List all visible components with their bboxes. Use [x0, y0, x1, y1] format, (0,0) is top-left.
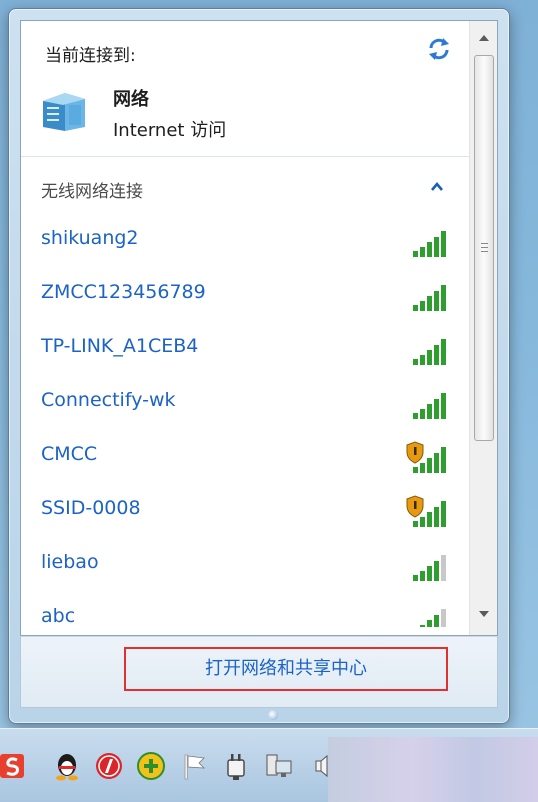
signal-strength-icon [413, 231, 446, 257]
wireless-network-item[interactable]: SSID-0008 [21, 487, 469, 537]
network-flyout-panel: 当前连接到: 网络 Internet 访问 无线网络连接 shikuang2 ZM… [20, 20, 498, 636]
flyout-footer: 打开网络和共享中心 [20, 636, 498, 708]
wireless-network-item[interactable]: liebao [21, 541, 469, 591]
network-ssid: shikuang2 [41, 227, 139, 249]
app-red-icon[interactable] [94, 751, 124, 781]
flag-icon[interactable] [180, 751, 210, 781]
network-ssid: SSID-0008 [41, 497, 141, 519]
scroll-up-arrow-icon[interactable] [470, 25, 498, 51]
network-ssid: Connectify-wk [41, 389, 176, 411]
flyout-pointer [268, 710, 278, 720]
network-monitor-icon[interactable] [264, 751, 294, 781]
wireless-network-item[interactable]: CMCC [21, 433, 469, 483]
network-ssid: liebao [41, 551, 99, 573]
network-ssid: ZMCC123456789 [41, 281, 206, 303]
chevron-up-icon[interactable] [429, 179, 445, 195]
wireless-network-list: shikuang2 ZMCC123456789 TP-LINK_A1CEB4 Conn… [21, 217, 469, 627]
signal-strength-icon [420, 609, 446, 627]
signal-strength-icon [413, 393, 446, 419]
qq-penguin-icon[interactable] [52, 751, 82, 781]
wireless-section-header[interactable]: 无线网络连接 [21, 169, 469, 205]
blurred-tray-area [328, 737, 538, 802]
wireless-network-item[interactable]: TP-LINK_A1CEB4 [21, 325, 469, 375]
signal-strength-icon [413, 285, 446, 311]
open-network-sharing-center-button[interactable]: 打开网络和共享中心 [124, 647, 448, 691]
network-ssid: TP-LINK_A1CEB4 [41, 335, 199, 357]
scroll-grip-icon [481, 243, 488, 252]
refresh-icon[interactable] [425, 35, 453, 63]
scrollbar[interactable] [469, 21, 497, 635]
plus-yellow-icon[interactable] [136, 751, 166, 781]
wireless-network-item[interactable]: shikuang2 [21, 217, 469, 267]
current-connection-section: 当前连接到: 网络 Internet 访问 [21, 21, 469, 157]
network-server-icon [43, 93, 85, 131]
secured-signal-strength-icon [406, 441, 446, 473]
scroll-down-arrow-icon[interactable] [470, 601, 498, 627]
scrollbar-thumb[interactable] [474, 55, 494, 441]
taskbar [0, 728, 538, 802]
connected-network-name: 网络 [113, 89, 149, 110]
current-connection-label: 当前连接到: [45, 46, 136, 66]
secured-signal-strength-icon [406, 495, 446, 527]
wireless-section-title: 无线网络连接 [41, 182, 143, 202]
power-plug-icon[interactable] [222, 751, 252, 781]
wireless-network-item[interactable]: ZMCC123456789 [21, 271, 469, 321]
wireless-network-item[interactable]: abc [21, 595, 469, 627]
sogou-s-icon[interactable] [0, 751, 26, 781]
wireless-network-item[interactable]: Connectify-wk [21, 379, 469, 429]
connected-network-status: Internet 访问 [113, 120, 227, 141]
network-ssid: abc [41, 605, 76, 627]
signal-strength-icon [413, 555, 446, 581]
signal-strength-icon [413, 339, 446, 365]
network-ssid: CMCC [41, 443, 98, 465]
